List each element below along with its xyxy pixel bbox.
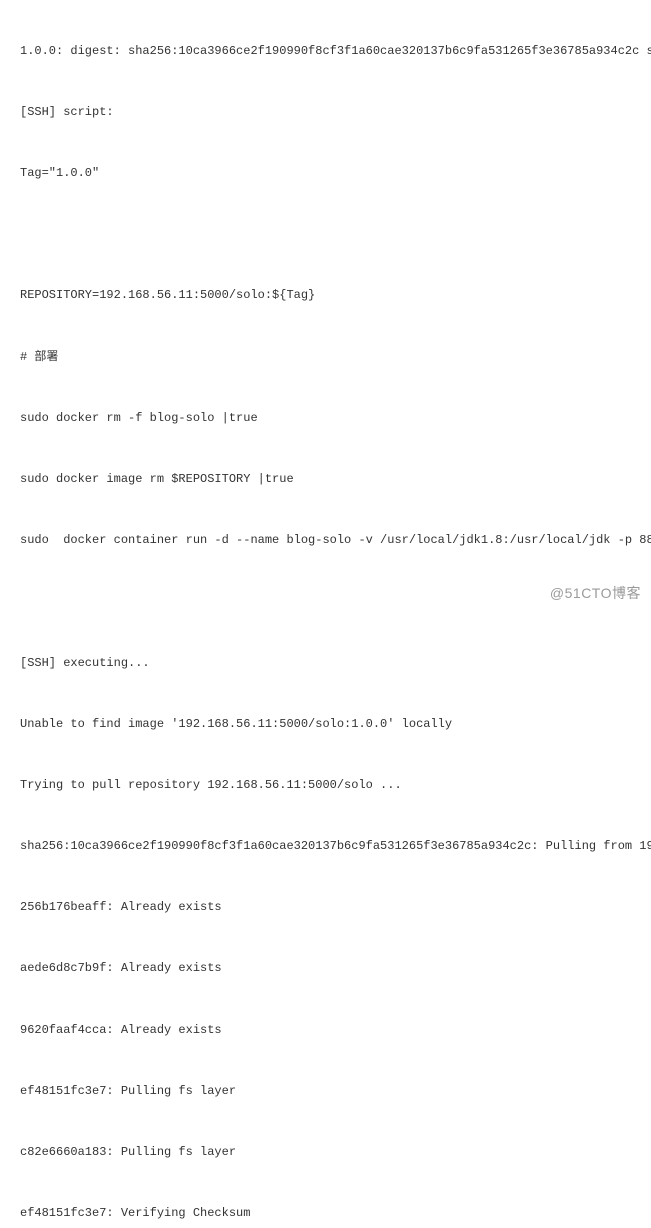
console-line: 256b176beaff: Already exists: [20, 897, 651, 917]
console-line: c82e6660a183: Pulling fs layer: [20, 1142, 651, 1162]
console-line: Tag="1.0.0": [20, 163, 651, 183]
console-line: ef48151fc3e7: Verifying Checksum: [20, 1203, 651, 1223]
console-line: sudo docker rm -f blog-solo |true: [20, 408, 651, 428]
console-line: REPOSITORY=192.168.56.11:5000/solo:${Tag…: [20, 285, 651, 305]
console-line: 9620faaf4cca: Already exists: [20, 1020, 651, 1040]
console-line: sudo docker container run -d --name blog…: [20, 530, 651, 550]
console-line: [20, 224, 651, 244]
console-line: ef48151fc3e7: Pulling fs layer: [20, 1081, 651, 1101]
console-line: sha256:10ca3966ce2f190990f8cf3f1a60cae32…: [20, 836, 651, 856]
console-line: [SSH] executing...: [20, 653, 651, 673]
console-line: aede6d8c7b9f: Already exists: [20, 958, 651, 978]
console-line: [SSH] script:: [20, 102, 651, 122]
console-line: Trying to pull repository 192.168.56.11:…: [20, 775, 651, 795]
console-line: sudo docker image rm $REPOSITORY |true: [20, 469, 651, 489]
console-line: [20, 591, 651, 611]
console-line: 1.0.0: digest: sha256:10ca3966ce2f190990…: [20, 41, 651, 61]
console-line: # 部署: [20, 347, 651, 367]
console-output: 1.0.0: digest: sha256:10ca3966ce2f190990…: [0, 0, 651, 1228]
console-line: Unable to find image '192.168.56.11:5000…: [20, 714, 651, 734]
